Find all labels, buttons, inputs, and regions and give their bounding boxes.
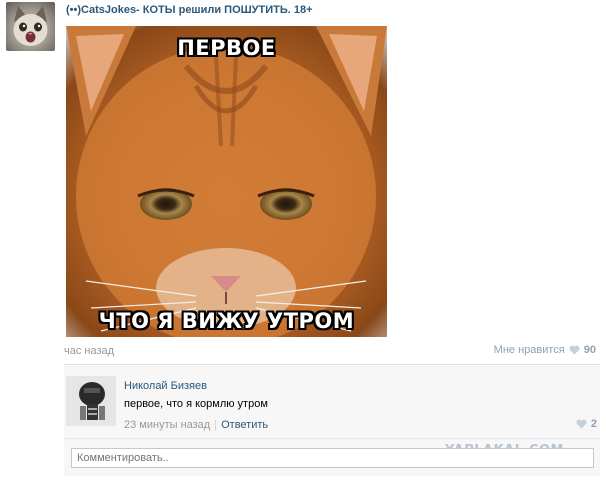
cat-photo	[66, 26, 387, 337]
cat-avatar-icon	[13, 6, 48, 46]
meta-separator: |	[214, 419, 218, 431]
reply-button[interactable]: Ответить	[221, 419, 268, 431]
meme-top-caption: ПЕРВОЕ	[177, 36, 276, 60]
comment-author-link[interactable]: Николай Бизяев	[124, 380, 207, 392]
comment-like-count: 2	[590, 418, 597, 430]
post-title-link[interactable]: (••)CatsJokes- КОТЫ решили ПОШУТИТЬ. 18+	[66, 4, 313, 16]
post-timestamp[interactable]: час назад	[64, 345, 114, 357]
post-image[interactable]: ПЕРВОЕ ЧТО Я ВИЖУ УТРОМ	[66, 26, 387, 337]
helmet-avatar-icon	[66, 376, 116, 426]
comment-input[interactable]	[71, 448, 594, 468]
post-like-button[interactable]: Мне нравится 90	[494, 344, 596, 356]
group-avatar[interactable]	[6, 2, 55, 51]
comment-like-button[interactable]: 2	[576, 418, 597, 430]
post-divider	[64, 364, 600, 365]
like-count: 90	[583, 344, 596, 356]
comment-text: первое, что я кормлю утром	[124, 398, 268, 410]
comment-meta: 23 минуты назад | Ответить	[124, 419, 268, 431]
comment-author-avatar[interactable]	[66, 376, 116, 426]
heart-icon	[576, 419, 587, 429]
comment-divider	[64, 438, 600, 439]
meme-bottom-caption: ЧТО Я ВИЖУ УТРОМ	[98, 309, 355, 333]
comment-timestamp[interactable]: 23 минуты назад	[124, 419, 210, 431]
heart-icon	[569, 345, 580, 355]
like-label: Мне нравится	[493, 344, 565, 356]
